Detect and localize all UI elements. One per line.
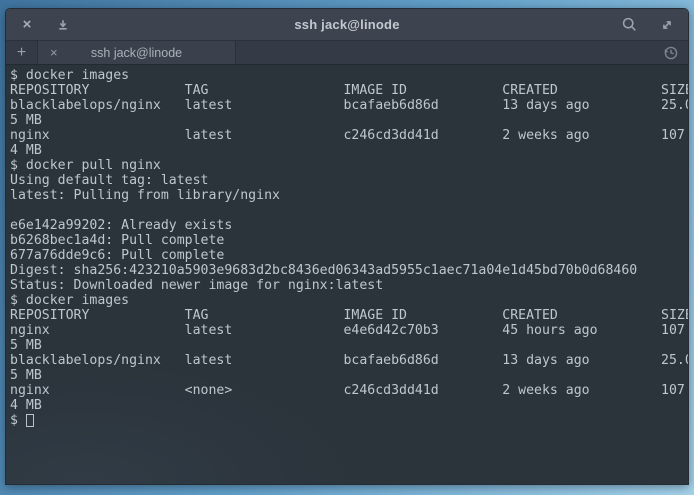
desktop-background: { "titlebar": { "title": "ssh jack@linod…	[0, 0, 694, 495]
clock-history-icon	[663, 45, 679, 61]
terminal-line: 5 MB	[10, 338, 688, 353]
terminal-line: $ docker images	[10, 68, 688, 83]
terminal-line: 677a76dde9c6: Pull complete	[10, 248, 688, 263]
terminal-prompt-line: $	[10, 413, 688, 428]
terminal-output: $ docker imagesREPOSITORY TAG IMAGE ID C…	[10, 68, 688, 413]
close-window-button[interactable]: ×	[16, 14, 38, 36]
terminal-line: Using default tag: latest	[10, 173, 688, 188]
terminal-prompt: $	[10, 413, 26, 428]
tab-ssh-session[interactable]: × ssh jack@linode	[38, 41, 236, 64]
terminal-line: nginx <none> c246cd3dd41d 2 weeks ago 10…	[10, 383, 688, 398]
terminal-line: latest: Pulling from library/nginx	[10, 188, 688, 203]
terminal-line: REPOSITORY TAG IMAGE ID CREATED SIZE	[10, 308, 688, 323]
terminal-line: $ docker pull nginx	[10, 158, 688, 173]
terminal-line: 4 MB	[10, 398, 688, 413]
terminal-line: b6268bec1a4d: Pull complete	[10, 233, 688, 248]
terminal-line: nginx latest c246cd3dd41d 2 weeks ago 10…	[10, 128, 688, 143]
titlebar: × ssh jack@linode	[6, 9, 688, 41]
titlebar-left-controls: ×	[6, 14, 74, 36]
search-button[interactable]	[618, 14, 640, 36]
terminal-line: Status: Downloaded newer image for nginx…	[10, 278, 688, 293]
maximize-icon	[659, 17, 675, 33]
terminal-line: $ docker images	[10, 293, 688, 308]
terminal-line: REPOSITORY TAG IMAGE ID CREATED SIZE	[10, 83, 688, 98]
terminal-line: blacklabelops/nginx latest bcafaeb6d86d …	[10, 353, 688, 368]
terminal-line: nginx latest e4e6d42c70b3 45 hours ago 1…	[10, 323, 688, 338]
window-title: ssh jack@linode	[6, 17, 688, 32]
terminal-line: 5 MB	[10, 113, 688, 128]
tab-bar: + × ssh jack@linode	[6, 41, 688, 65]
close-icon: ×	[23, 17, 32, 32]
tab-bar-spacer	[236, 41, 654, 64]
maximize-button[interactable]	[656, 14, 678, 36]
tab-close-button[interactable]: ×	[50, 46, 58, 59]
terminal-line: 4 MB	[10, 143, 688, 158]
terminal-line: 5 MB	[10, 368, 688, 383]
search-icon	[621, 16, 638, 33]
terminal-cursor	[26, 414, 34, 427]
terminal-screen[interactable]: $ docker imagesREPOSITORY TAG IMAGE ID C…	[6, 65, 688, 484]
arrow-down-to-bar-icon	[55, 17, 71, 33]
terminal-line	[10, 203, 688, 218]
terminal-window: × ssh jack@linode	[5, 8, 689, 485]
add-terminal-down-button[interactable]	[52, 14, 74, 36]
terminal-line: e6e142a99202: Already exists	[10, 218, 688, 233]
terminal-line: blacklabelops/nginx latest bcafaeb6d86d …	[10, 98, 688, 113]
new-tab-button[interactable]: +	[6, 41, 38, 64]
session-history-button[interactable]	[654, 41, 688, 64]
terminal-line: Digest: sha256:423210a5903e9683d2bc8436e…	[10, 263, 688, 278]
tab-label: ssh jack@linode	[91, 46, 182, 60]
titlebar-right-controls	[618, 14, 688, 36]
